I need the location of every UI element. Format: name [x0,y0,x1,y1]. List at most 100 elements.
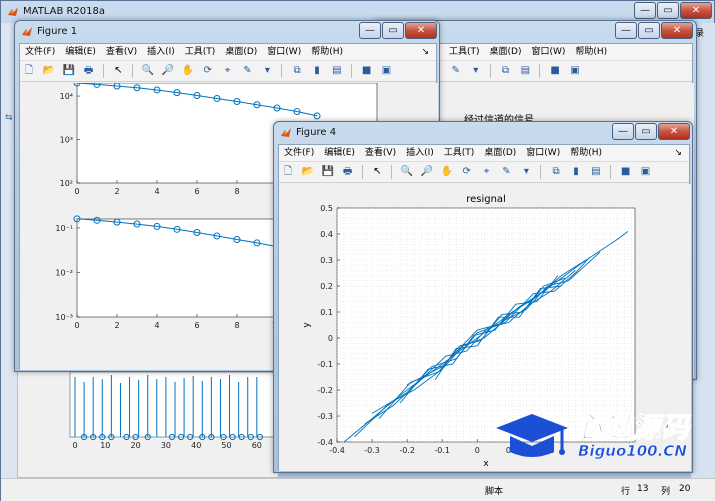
figure4-maximize-button[interactable]: ▭ [635,123,657,140]
figure1-toolbar: 🗋 📂 💾 🖶 ↖ 🔍 🔎 ✋ ⟳ ⌖ ✎ ▾ ⧉ ▮ ▤ ■ ▣ [20,61,436,82]
dropdown-icon[interactable]: ▾ [469,64,483,78]
bg-maximize-button[interactable]: ▭ [638,22,660,39]
open-file-icon[interactable]: 📂 [301,165,315,179]
f4-xtick-label: -0.1 [434,446,450,455]
dropdown-icon[interactable]: ▾ [260,64,274,78]
f4-menu-file[interactable]: 文件(F) [279,145,319,162]
link-icon[interactable]: ⧉ [499,64,513,78]
pan-icon[interactable]: ✋ [440,165,454,179]
edit-plot-icon[interactable]: ↖ [111,64,125,78]
insert-legend-icon[interactable]: ▤ [330,64,344,78]
pan-icon[interactable]: ✋ [181,64,195,78]
brush-icon[interactable]: ✎ [449,64,463,78]
f4-menu-insert[interactable]: 插入(I) [401,145,439,162]
f4-xtick-label: -0.2 [399,446,415,455]
show-tools-icon[interactable]: ▣ [380,64,394,78]
f1-top-xtick-label: 2 [114,187,119,196]
data-cursor-icon[interactable]: ⌖ [221,64,235,78]
f4-ytick-label: 0.2 [320,282,333,291]
save-icon[interactable]: 💾 [321,165,335,179]
bg-menu-window[interactable]: 窗口(W) [526,44,570,61]
matlab-close-button[interactable]: ✕ [680,2,712,19]
f4-menu-edit[interactable]: 编辑(E) [319,145,360,162]
f1-menu-file[interactable]: 文件(F) [20,44,60,61]
insert-legend-icon[interactable]: ▤ [518,64,532,78]
f1-menu-desktop[interactable]: 桌面(D) [220,44,262,61]
f1-menu-window[interactable]: 窗口(W) [262,44,306,61]
insert-colorbar-icon[interactable]: ▮ [310,64,324,78]
f1-menu-tools[interactable]: 工具(T) [180,44,221,61]
bg-menu-tools[interactable]: 工具(T) [444,44,485,61]
f1-bottom-ytick-label: 10⁻² [55,268,73,277]
figure1-menubar: 文件(F) 编辑(E) 查看(V) 插入(I) 工具(T) 桌面(D) 窗口(W) 帮助(H)… [20,44,436,61]
save-icon[interactable]: 💾 [62,64,76,78]
graduation-cap-icon [496,414,568,457]
f1-menu-help[interactable]: 帮助(H) [306,44,348,61]
hide-tools-icon[interactable]: ■ [548,64,562,78]
hide-tools-icon[interactable]: ■ [360,64,374,78]
stem-xtick-label: 40 [191,441,201,450]
bg-menu-help[interactable]: 帮助(H) [570,44,612,61]
f4-menu-help[interactable]: 帮助(H) [565,145,607,162]
f1-menu-edit[interactable]: 编辑(E) [60,44,101,61]
bg-menu-desktop[interactable]: 桌面(D) [485,44,527,61]
f4-xtick-label: -0.3 [364,446,380,455]
status-row-label: 行 [621,487,631,497]
matlab-maximize-button[interactable]: ▭ [657,2,679,19]
zoom-in-icon[interactable]: 🔍 [400,165,414,179]
watermark-url-text: Biguo100.CN [578,442,687,461]
link-icon[interactable]: ⧉ [549,165,563,179]
rotate-icon[interactable]: ⟳ [201,64,215,78]
new-figure-icon[interactable]: 🗋 [281,165,295,179]
show-tools-icon[interactable]: ▣ [639,165,653,179]
f4-menu-window[interactable]: 窗口(W) [521,145,565,162]
rotate-icon[interactable]: ⟳ [460,165,474,179]
f1-dock-icon[interactable]: ↘ [416,44,434,61]
edit-plot-icon[interactable]: ↖ [370,165,384,179]
link-icon[interactable]: ⧉ [290,64,304,78]
main-stem-plot-region: 0 10 20 30 40 50 60 [18,370,278,477]
figure4-close-button[interactable]: ✕ [658,123,690,140]
f4-menu-desktop[interactable]: 桌面(D) [479,145,521,162]
bg-close-button[interactable]: ✕ [661,22,693,39]
stem-xtick-label: 0 [72,441,77,450]
bg-minimize-button[interactable]: — [615,22,637,39]
print-icon[interactable]: 🖶 [341,165,355,179]
zoom-out-icon[interactable]: 🔎 [161,64,175,78]
brush-icon[interactable]: ✎ [241,64,255,78]
f4-menu-tools[interactable]: 工具(T) [439,145,480,162]
matlab-statusbar: 脚本 行 13 列 20 [1,478,715,501]
left-arrow-icon[interactable]: ⇆ [5,113,13,123]
open-file-icon[interactable]: 📂 [42,64,56,78]
figure1-close-button[interactable]: ✕ [405,22,437,39]
figure4-toolbar: 🗋 📂 💾 🖶 ↖ 🔍 🔎 ✋ ⟳ ⌖ ✎ ▾ ⧉ ▮ ▤ ■ ▣ [279,162,689,183]
zoom-in-icon[interactable]: 🔍 [141,64,155,78]
insert-legend-icon[interactable]: ▤ [589,165,603,179]
figure1-logo-icon [21,26,33,38]
f4-xtick-label: 0 [475,446,480,455]
stem-xtick-label: 30 [161,441,171,450]
matlab-minimize-button[interactable]: — [634,2,656,19]
figure1-maximize-button[interactable]: ▭ [382,22,404,39]
f4-menu-view[interactable]: 查看(V) [360,145,401,162]
figure1-minimize-button[interactable]: — [359,22,381,39]
f4-dock-icon[interactable]: ↘ [669,145,687,162]
watermark-main-text: 必过源码 [573,411,691,445]
dropdown-icon[interactable]: ▾ [519,165,533,179]
f1-menu-view[interactable]: 查看(V) [101,44,142,61]
print-icon[interactable]: 🖶 [82,64,96,78]
new-figure-icon[interactable]: 🗋 [22,64,36,78]
hide-tools-icon[interactable]: ■ [619,165,633,179]
f1-menu-insert[interactable]: 插入(I) [142,44,180,61]
zoom-out-icon[interactable]: 🔎 [420,165,434,179]
f4-ytick-label: -0.1 [317,360,333,369]
f4-ytick-label: -0.2 [317,386,333,395]
insert-colorbar-icon[interactable]: ▮ [569,165,583,179]
f4-ytick-label: 0 [328,334,333,343]
data-cursor-icon[interactable]: ⌖ [480,165,494,179]
f1-top-ytick-label: 10⁴ [60,92,73,101]
brush-icon[interactable]: ✎ [500,165,514,179]
figure4-minimize-button[interactable]: — [612,123,634,140]
show-tools-icon[interactable]: ▣ [568,64,582,78]
f4-ylabel: y [302,322,312,328]
